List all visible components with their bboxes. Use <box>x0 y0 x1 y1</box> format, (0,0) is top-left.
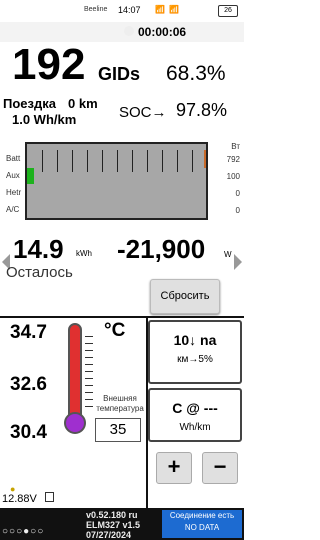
gauge-tick <box>72 150 73 172</box>
plus-button[interactable]: + <box>156 452 192 484</box>
elm-version: ELM327 v1.5 <box>86 520 141 530</box>
efficiency-top: C @ --- <box>172 400 218 416</box>
gauge-tick <box>57 150 58 172</box>
gauge-label-aux: Aux <box>6 171 20 180</box>
range-panel[interactable]: 10↓ na км→5% <box>148 320 242 384</box>
range-top: 10↓ na <box>173 332 217 348</box>
signal-icons: 📶 📶 <box>155 5 181 14</box>
efficiency-panel[interactable]: C @ --- Wh/km <box>148 388 242 442</box>
external-temp-value[interactable]: 35 <box>95 418 141 442</box>
connection-status: Соединение есть NO DATA <box>162 510 242 538</box>
battery-icon: 26 <box>218 5 238 17</box>
gauge-label-hetr: Hetr <box>6 188 22 197</box>
timer-value: 00:00:06 <box>138 25 187 39</box>
app-version: v0.52.180 ru <box>86 510 138 520</box>
energy-unit: kWh <box>76 249 92 258</box>
gids-unit: GIDs <box>98 64 141 84</box>
gauge-tick <box>132 150 133 172</box>
trip-distance: 0 km <box>68 96 98 111</box>
thermometer-bulb-icon <box>64 412 86 434</box>
gauge-value-batt: 792 <box>226 155 240 164</box>
status-bar: Beeline 14:07 📶 📶 26 <box>0 0 244 22</box>
build-date: 07/27/2024 <box>86 530 132 540</box>
power-value: -21,900 <box>117 234 206 264</box>
remain-label: Осталось <box>6 264 73 281</box>
aux-bar <box>27 168 34 184</box>
thermometer-scale <box>85 330 93 412</box>
efficiency-bottom: Wh/km <box>179 422 211 433</box>
gauge-tick <box>87 150 88 172</box>
gauge-value-aux: 100 <box>226 172 240 181</box>
version-info: v0.52.180 ru ELM327 v1.5 07/27/2024 <box>86 510 140 540</box>
battery-temp-3: 30.4 <box>10 422 47 443</box>
range-bottom: км→5% <box>177 354 213 365</box>
battery-temp-2: 32.6 <box>10 374 47 395</box>
gauge-tick <box>162 150 163 172</box>
gauge-tick <box>147 150 148 172</box>
next-page-arrow-icon[interactable] <box>234 254 242 270</box>
soc-value: 97.8% <box>176 100 228 120</box>
batt-bar-edge <box>204 150 206 168</box>
trip-consumption: 1.0 Wh/km <box>12 112 77 127</box>
temp-unit: °C <box>104 320 126 341</box>
gauge-unit: Вт <box>231 142 240 151</box>
calendar-icon <box>45 492 54 502</box>
gauge-label-batt: Batt <box>6 154 21 163</box>
trip-label: Поездка <box>3 96 56 111</box>
gauge-tick <box>177 150 178 172</box>
gauge-tick <box>192 150 193 172</box>
gauge-tick <box>42 150 43 172</box>
battery-temp-1: 34.7 <box>10 322 47 343</box>
energy-remaining: 14.9 <box>13 234 64 264</box>
aux-voltage: 12.88V <box>2 493 37 505</box>
power-gauge <box>25 142 208 220</box>
timer-indicator-icon <box>124 26 134 36</box>
gids-value: 192 <box>12 40 86 89</box>
thermometer-icon <box>68 323 82 421</box>
external-temp-label: Внешняя температура <box>96 394 144 413</box>
gauge-value-ac: 0 <box>235 206 240 215</box>
gauge-tick <box>117 150 118 172</box>
gauge-value-hetr: 0 <box>235 189 240 198</box>
page-indicator-dots: ○○○●○○ <box>2 526 45 537</box>
reset-button[interactable]: Сбросить <box>150 279 220 314</box>
gauge-tick <box>102 150 103 172</box>
soc-label: SOC→ <box>119 104 167 121</box>
clock: 14:07 <box>118 5 141 15</box>
gauge-label-ac: A/C <box>6 205 20 214</box>
gids-soc-percent: 68.3% <box>166 62 226 85</box>
minus-button[interactable]: − <box>202 452 238 484</box>
trip-timer: 00:00:06 <box>0 22 244 42</box>
power-unit: W <box>224 250 232 259</box>
carrier-label: Beeline <box>84 6 108 13</box>
footer: ○○○●○○ v0.52.180 ru ELM327 v1.5 07/27/20… <box>0 508 244 540</box>
